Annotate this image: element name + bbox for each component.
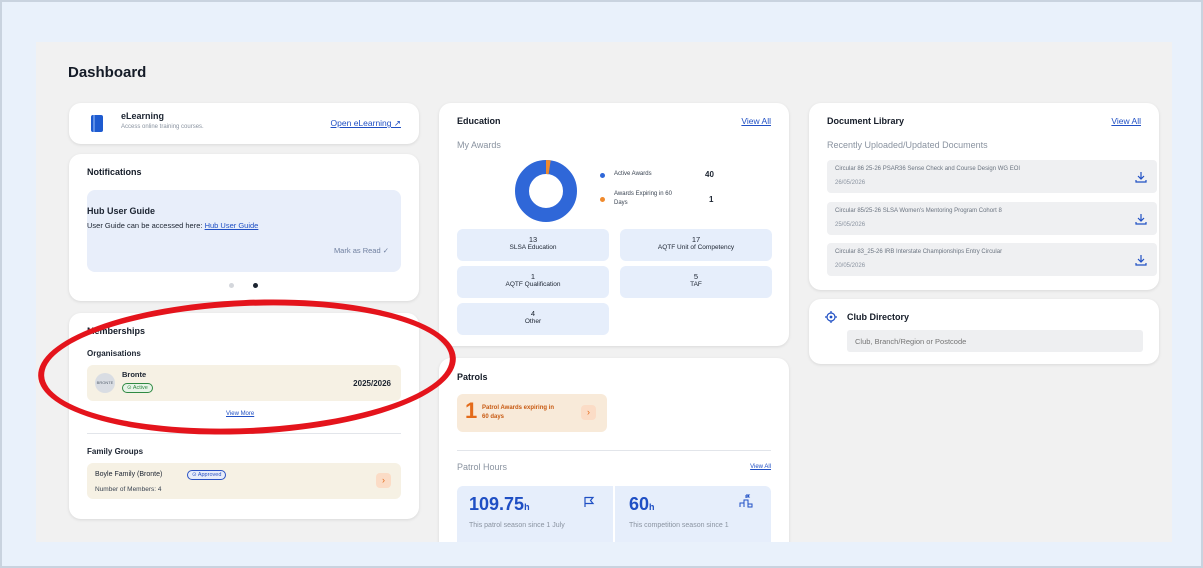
expiring-text-line-2: 60 days bbox=[482, 414, 505, 420]
hours-unit: h bbox=[649, 502, 655, 512]
stat-value: 13 bbox=[528, 235, 538, 244]
legend-expiring-dot bbox=[600, 197, 605, 202]
document-date: 26/05/2026 bbox=[835, 180, 866, 186]
club-search-input[interactable] bbox=[847, 330, 1143, 352]
stat-value: 5 bbox=[693, 272, 699, 281]
stat-slsa-education[interactable]: 13 SLSA Education bbox=[457, 229, 609, 261]
document-title: Circular 86 25-26 PSAR36 Sense Check and… bbox=[835, 166, 1021, 172]
podium-icon bbox=[739, 494, 753, 508]
club-directory-card: Club Directory bbox=[809, 299, 1159, 364]
download-icon[interactable] bbox=[1135, 254, 1147, 266]
divider bbox=[457, 450, 771, 451]
education-card: Education View All My Awards Active Awar… bbox=[439, 103, 789, 346]
stat-value: 4 bbox=[530, 309, 536, 318]
document-title: Circular 85/25-26 SLSA Women's Mentoring… bbox=[835, 208, 1002, 214]
competition-hours-desc: This competition season since 1 bbox=[629, 522, 729, 529]
notification-item: Hub User Guide User Guide can be accesse… bbox=[87, 190, 401, 272]
stat-label: TAF bbox=[690, 281, 702, 288]
legend-expiring-label: Awards Expiring in 60 Days bbox=[614, 191, 672, 206]
document-date: 25/05/2026 bbox=[835, 222, 866, 228]
family-members-count: Number of Members: 4 bbox=[95, 486, 162, 493]
document-row[interactable]: Circular 85/25-26 SLSA Women's Mentoring… bbox=[827, 202, 1157, 235]
stat-taf[interactable]: 5 TAF bbox=[620, 266, 772, 298]
patrol-hours-tile: 109.75h This patrol season since 1 July bbox=[457, 486, 613, 542]
hours-number: 109.75 bbox=[469, 494, 525, 514]
elearning-subtitle: Access online training courses. bbox=[121, 124, 204, 130]
legend-active-value: 40 bbox=[705, 170, 714, 179]
book-icon bbox=[91, 115, 103, 132]
dashboard-app: Dashboard eLearning Access online traini… bbox=[36, 42, 1172, 542]
awards-donut-chart bbox=[515, 160, 577, 222]
education-title: Education bbox=[457, 116, 501, 126]
club-directory-title: Club Directory bbox=[847, 312, 910, 322]
patrol-hours-value: 109.75h bbox=[469, 494, 530, 515]
stat-label: SLSA Education bbox=[509, 244, 557, 251]
stat-aqtf-qualification[interactable]: 1 AQTF Qualification bbox=[457, 266, 609, 298]
expiring-count: 1 bbox=[465, 398, 478, 423]
chevron-right-icon[interactable]: › bbox=[376, 473, 391, 488]
stat-label: Other bbox=[524, 318, 542, 325]
notification-item-text: User Guide can be accessed here: bbox=[87, 221, 203, 230]
carousel-dot-1[interactable] bbox=[229, 283, 234, 288]
stat-aqtf-unit[interactable]: 17 AQTF Unit of Competency bbox=[620, 229, 772, 261]
open-elearning-link[interactable]: Open eLearning ↗ bbox=[331, 118, 401, 129]
legend-active-label: Active Awards bbox=[614, 171, 652, 177]
family-group-name: Boyle Family (Bronte) bbox=[95, 471, 163, 478]
document-title: Circular 83_25-26 IRB Interstate Champio… bbox=[835, 249, 1003, 255]
notification-item-body: User Guide can be accessed here: Hub Use… bbox=[87, 221, 258, 230]
patrols-title: Patrols bbox=[457, 372, 488, 382]
hours-number: 60 bbox=[629, 494, 650, 514]
flag-icon bbox=[584, 496, 595, 507]
competition-hours-tile: 60h This competition season since 1 bbox=[615, 486, 771, 542]
documents-subtitle: Recently Uploaded/Updated Documents bbox=[827, 140, 988, 150]
hours-unit: h bbox=[524, 502, 530, 512]
legend-expiring-value: 1 bbox=[709, 195, 714, 204]
document-library-card: Document Library View All Recently Uploa… bbox=[809, 103, 1159, 290]
expiring-text-line-1: Patrol Awards expiring in bbox=[482, 405, 555, 411]
approved-badge: ⊙ Approved bbox=[187, 470, 227, 480]
notifications-card: Notifications Hub User Guide User Guide … bbox=[69, 154, 419, 301]
patrol-hours-view-all-link[interactable]: View All bbox=[750, 464, 771, 470]
document-library-title: Document Library bbox=[827, 116, 905, 126]
patrol-awards-expiring-tile[interactable]: 1 Patrol Awards expiring in 60 days › bbox=[457, 394, 607, 432]
legend-active-dot bbox=[600, 173, 605, 178]
document-row[interactable]: Circular 83_25-26 IRB Interstate Champio… bbox=[827, 243, 1157, 276]
my-awards-label: My Awards bbox=[457, 140, 501, 150]
documents-view-all-link[interactable]: View All bbox=[1111, 116, 1141, 126]
stat-label: AQTF Qualification bbox=[505, 281, 561, 288]
patrol-hours-title: Patrol Hours bbox=[457, 462, 508, 472]
education-view-all-link[interactable]: View All bbox=[741, 116, 771, 126]
document-date: 20/05/2026 bbox=[835, 263, 866, 269]
chevron-right-icon[interactable]: › bbox=[581, 405, 596, 420]
patrol-hours-desc: This patrol season since 1 July bbox=[469, 522, 565, 529]
carousel-dot-2[interactable] bbox=[253, 283, 258, 288]
notifications-title: Notifications bbox=[87, 167, 142, 177]
download-icon[interactable] bbox=[1135, 213, 1147, 225]
family-groups-label: Family Groups bbox=[87, 447, 144, 456]
competition-hours-value: 60h bbox=[629, 494, 655, 515]
stat-value: 17 bbox=[691, 235, 701, 244]
elearning-title: eLearning bbox=[121, 111, 165, 121]
elearning-card: eLearning Access online training courses… bbox=[69, 103, 419, 144]
stat-other[interactable]: 4 Other bbox=[457, 303, 609, 335]
hub-user-guide-link[interactable]: Hub User Guide bbox=[205, 221, 259, 230]
stat-label: AQTF Unit of Competency bbox=[657, 244, 735, 251]
document-row[interactable]: Circular 86 25-26 PSAR36 Sense Check and… bbox=[827, 160, 1157, 193]
mark-as-read-button[interactable]: Mark as Read ✓ bbox=[334, 246, 389, 255]
family-group-row[interactable]: Boyle Family (Bronte) ⊙ Approved Number … bbox=[87, 463, 401, 499]
page-title: Dashboard bbox=[68, 64, 147, 81]
donut-track bbox=[515, 160, 577, 222]
notification-item-title: Hub User Guide bbox=[87, 206, 156, 216]
download-icon[interactable] bbox=[1135, 171, 1147, 183]
stat-value: 1 bbox=[530, 272, 536, 281]
location-target-icon bbox=[825, 311, 837, 323]
patrols-card: Patrols 1 Patrol Awards expiring in 60 d… bbox=[439, 358, 789, 542]
